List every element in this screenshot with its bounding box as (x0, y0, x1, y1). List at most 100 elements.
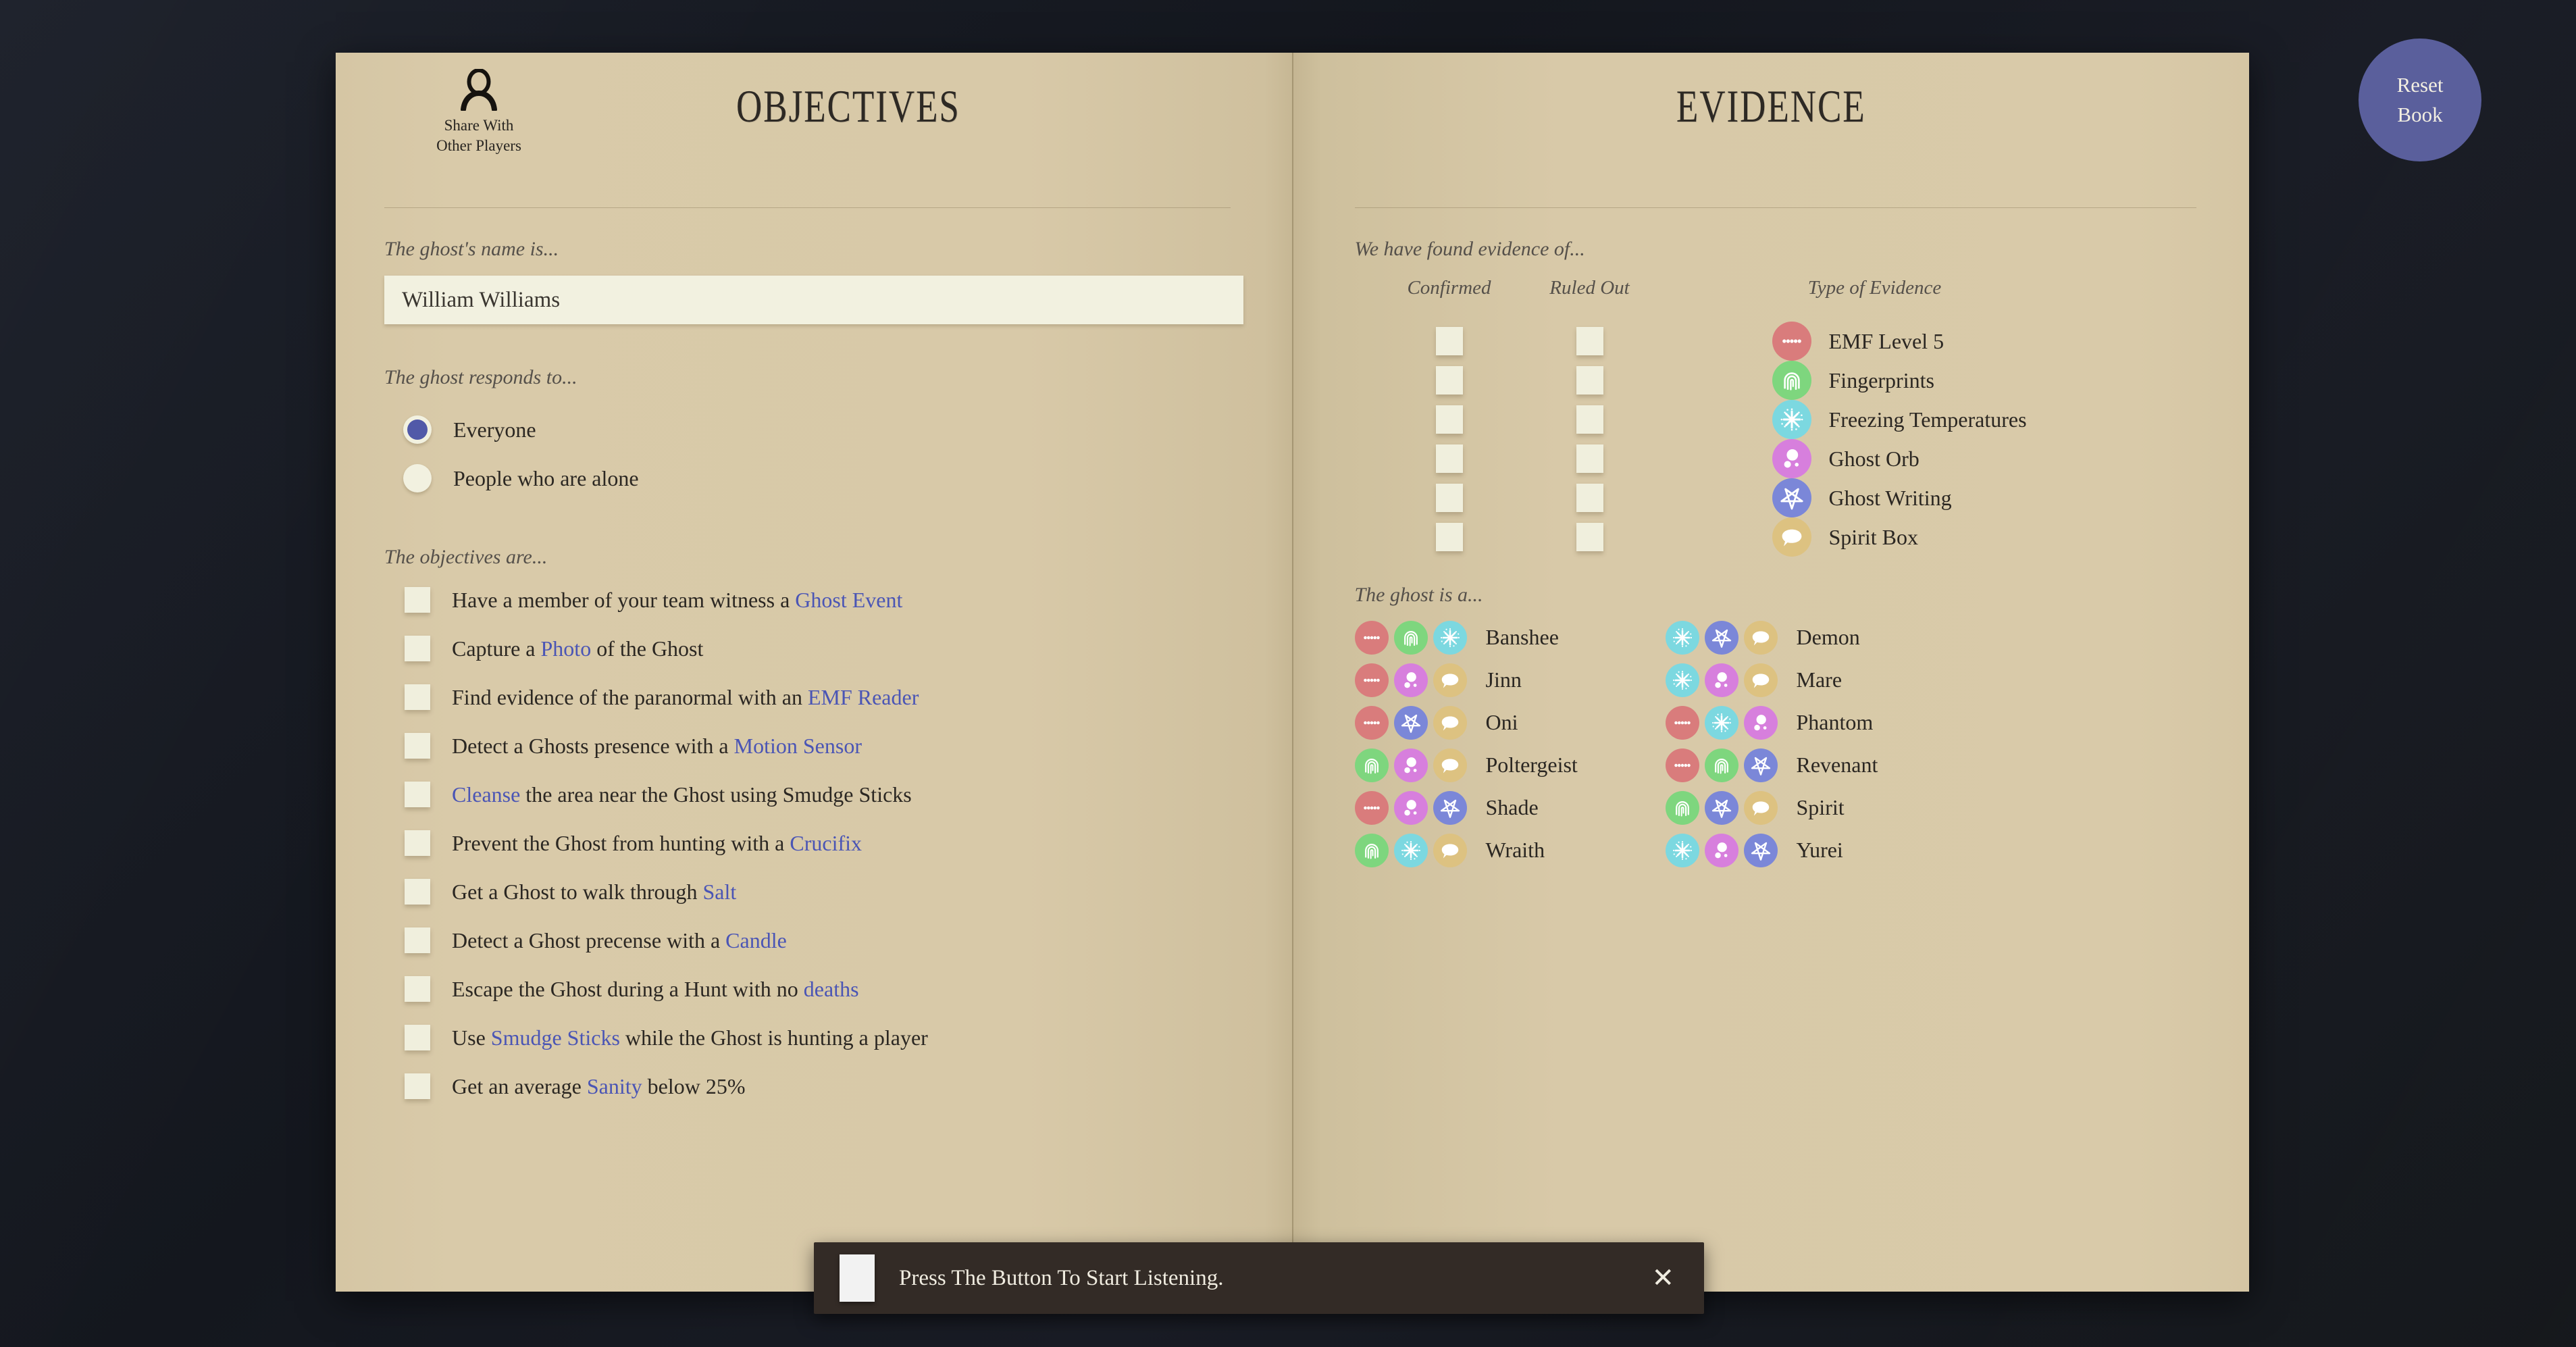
fingerprint-icon (1772, 361, 1811, 400)
column-header-confirmed: Confirmed (1407, 277, 1491, 299)
reset-book-button[interactable]: Reset Book (2359, 39, 2481, 161)
ghost-row[interactable]: Demon (1665, 616, 1903, 659)
objective-row[interactable]: Prevent the Ghost from hunting with a Cr… (384, 819, 1244, 867)
evidence-confirmed-checkbox-writing[interactable] (1435, 484, 1463, 512)
ghost-name-input[interactable] (384, 276, 1243, 324)
evidence-ruled-out-checkbox-freezing[interactable] (1576, 405, 1603, 434)
radio-dot (407, 420, 428, 440)
evidence-type-writing: Ghost Writing (1772, 478, 1952, 517)
emf-icon (1772, 322, 1811, 361)
objective-row[interactable]: Have a member of your team witness a Gho… (384, 576, 1244, 624)
fingerprint-icon (1354, 748, 1389, 782)
ghost-name: Revenant (1796, 753, 1878, 777)
radio-selected[interactable] (403, 415, 432, 444)
responds-option-0[interactable]: Everyone (384, 405, 1244, 454)
ghost-evidence-icons (1665, 833, 1778, 867)
objective-row[interactable]: Get a Ghost to walk through Salt (384, 867, 1244, 916)
radio-unselected[interactable] (403, 464, 432, 492)
snowflake-icon (1704, 705, 1738, 740)
objective-text-fragment: Detect a Ghosts presence with a (452, 734, 734, 758)
objective-keyword: Ghost Event (795, 588, 903, 612)
ghost-name: Oni (1485, 710, 1518, 734)
evidence-type-freezing: Freezing Temperatures (1772, 400, 2027, 439)
ghost-row[interactable]: Shade (1354, 786, 1593, 829)
evidence-ruled-out-checkbox-writing[interactable] (1576, 484, 1603, 512)
responds-option-1[interactable]: People who are alone (384, 454, 1244, 503)
speech-bubble-icon (1743, 790, 1778, 825)
snowflake-icon (1393, 833, 1428, 867)
objective-row[interactable]: Escape the Ghost during a Hunt with no d… (384, 965, 1244, 1013)
objective-label: Detect a Ghosts presence with a Motion S… (452, 735, 862, 757)
evidence-row: Ghost Writing (1355, 478, 2197, 517)
objective-checkbox-4[interactable] (405, 782, 430, 807)
objective-text-fragment: Escape the Ghost during a Hunt with no (452, 977, 804, 1001)
objective-checkbox-1[interactable] (405, 636, 430, 661)
objective-checkbox-0[interactable] (405, 587, 430, 613)
objective-row[interactable]: Cleanse the area near the Ghost using Sm… (384, 770, 1244, 819)
objective-keyword: EMF Reader (807, 685, 919, 709)
ghost-orb-icon (1743, 705, 1778, 740)
objective-row[interactable]: Find evidence of the paranormal with an … (384, 673, 1244, 721)
pentagram-icon (1704, 790, 1738, 825)
ghost-row[interactable]: Banshee (1354, 616, 1593, 659)
objective-checkbox-7[interactable] (405, 927, 430, 953)
objective-checkbox-2[interactable] (405, 684, 430, 710)
reset-book-label-line1: Reset (2396, 72, 2444, 97)
objective-text-fragment: Capture a (452, 636, 541, 661)
snowflake-icon (1665, 833, 1699, 867)
objective-label: Get an average Sanity below 25% (452, 1075, 746, 1097)
ghost-orb-icon (1393, 790, 1428, 825)
evidence-confirmed-checkbox-orb[interactable] (1435, 444, 1463, 473)
evidence-column-headers: Confirmed Ruled Out Type of Evidence (1355, 277, 2197, 319)
ghost-name: Poltergeist (1485, 753, 1578, 777)
speech-bubble-icon (1743, 620, 1778, 655)
evidence-type-orb: Ghost Orb (1772, 439, 1920, 478)
objective-row[interactable]: Capture a Photo of the Ghost (384, 624, 1244, 673)
evidence-row: EMF Level 5 (1355, 322, 2197, 361)
journal-book: Share With Other Players OBJECTIVES The … (336, 53, 2249, 1292)
ghost-row[interactable]: Wraith (1354, 829, 1593, 871)
evidence-confirmed-checkbox-emf[interactable] (1435, 327, 1463, 355)
ghost-orb-icon (1772, 439, 1811, 478)
ghost-row[interactable]: Phantom (1665, 701, 1903, 744)
objective-checkbox-10[interactable] (405, 1073, 430, 1099)
ghost-row[interactable]: Oni (1354, 701, 1593, 744)
ghost-name: Phantom (1796, 710, 1874, 734)
ghost-name: Banshee (1485, 625, 1559, 649)
objective-checkbox-8[interactable] (405, 976, 430, 1002)
objective-label: Cleanse the area near the Ghost using Sm… (452, 784, 912, 805)
objective-checkbox-3[interactable] (405, 733, 430, 759)
evidence-ruled-out-checkbox-orb[interactable] (1576, 444, 1603, 473)
objective-row[interactable]: Get an average Sanity below 25% (384, 1062, 1244, 1111)
objective-text-fragment: Detect a Ghost precense with a (452, 928, 726, 952)
start-listening-button[interactable] (840, 1254, 875, 1302)
evidence-confirmed-checkbox-spiritbox[interactable] (1435, 523, 1463, 551)
evidence-ruled-out-checkbox-spiritbox[interactable] (1576, 523, 1603, 551)
ghost-row[interactable]: Jinn (1354, 659, 1593, 701)
evidence-header-divider (1354, 207, 2196, 208)
ghost-row[interactable]: Spirit (1665, 786, 1903, 829)
evidence-confirmed-checkbox-fingerprints[interactable] (1435, 366, 1463, 395)
objective-row[interactable]: Use Smudge Sticks while the Ghost is hun… (384, 1013, 1244, 1062)
ghost-row[interactable]: Revenant (1665, 744, 1903, 786)
emf-icon (1354, 790, 1389, 825)
objective-checkbox-5[interactable] (405, 830, 430, 856)
objective-keyword: Cleanse (452, 782, 521, 807)
evidence-confirmed-checkbox-freezing[interactable] (1435, 405, 1463, 434)
objectives-body: The ghost's name is... The ghost respond… (336, 238, 1293, 1111)
column-header-type-of-evidence: Type of Evidence (1807, 277, 1942, 299)
evidence-ruled-out-checkbox-fingerprints[interactable] (1576, 366, 1603, 395)
ghost-row[interactable]: Mare (1665, 659, 1903, 701)
evidence-ruled-out-checkbox-emf[interactable] (1576, 327, 1603, 355)
objective-checkbox-6[interactable] (405, 879, 430, 905)
share-label-line2: Other Players (436, 137, 521, 155)
close-icon[interactable]: ✕ (1651, 1265, 1674, 1292)
objective-checkbox-9[interactable] (405, 1025, 430, 1050)
ghost-row[interactable]: Poltergeist (1354, 744, 1593, 786)
objective-row[interactable]: Detect a Ghost precense with a Candle (384, 916, 1244, 965)
ghost-name: Jinn (1485, 667, 1522, 692)
ghost-row[interactable]: Yurei (1665, 829, 1903, 871)
ghost-name: Spirit (1796, 795, 1845, 819)
objective-row[interactable]: Detect a Ghosts presence with a Motion S… (384, 721, 1244, 770)
ghost-name: Mare (1796, 667, 1843, 692)
